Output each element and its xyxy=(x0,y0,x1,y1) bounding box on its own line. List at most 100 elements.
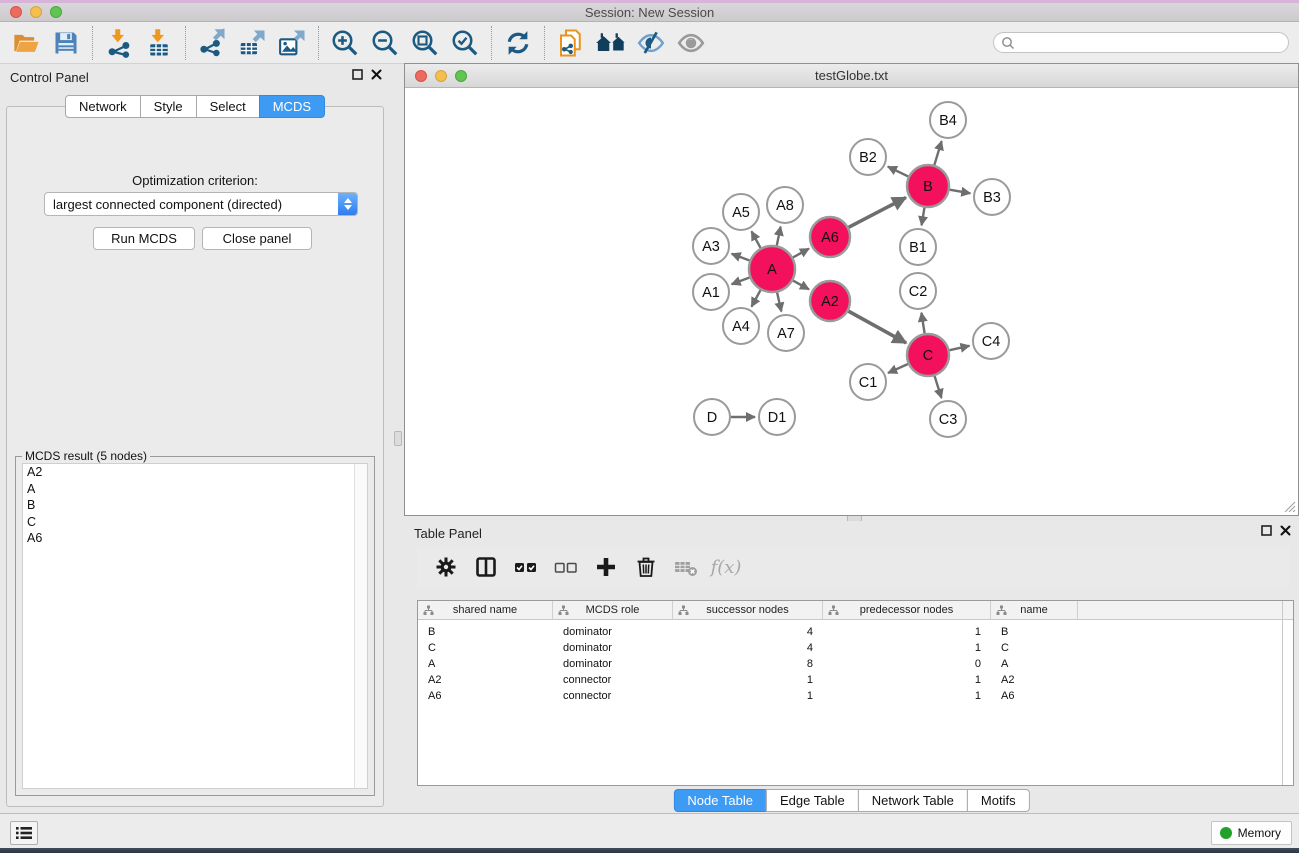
edge-A2-C[interactable] xyxy=(848,311,906,343)
mcds-result-list[interactable]: A2ABCA6 xyxy=(22,463,368,789)
table-cell: dominator xyxy=(553,658,673,670)
open-session-icon[interactable] xyxy=(8,26,44,60)
edge-C-C4[interactable] xyxy=(949,346,969,350)
table-panel-header: Table Panel xyxy=(404,521,1299,545)
edge-C-C2[interactable] xyxy=(921,313,924,334)
table-cell: A6 xyxy=(991,690,1078,702)
network-view-window: testGlobe.txt B4B2BB3A5A8A6A3AB1A1A2C2A4… xyxy=(404,63,1299,516)
node-table[interactable]: shared nameMCDS rolesuccessor nodesprede… xyxy=(417,600,1294,786)
edge-A-A1[interactable] xyxy=(732,277,750,284)
result-list-item[interactable]: A6 xyxy=(23,530,367,547)
import-table-icon[interactable] xyxy=(141,26,177,60)
run-mcds-button[interactable]: Run MCDS xyxy=(93,227,195,250)
criterion-dropdown[interactable]: largest connected component (directed) xyxy=(44,192,358,216)
table-scrollbar[interactable] xyxy=(1282,601,1283,785)
edge-B-B2[interactable] xyxy=(888,167,908,177)
table-cell: connector xyxy=(553,674,673,686)
function-builder-icon[interactable]: f(x) xyxy=(711,552,741,582)
float-table-panel-icon[interactable] xyxy=(1261,525,1272,536)
tab-edge-table[interactable]: Edge Table xyxy=(766,789,859,812)
result-list-item[interactable]: A xyxy=(23,481,367,498)
edge-B-B3[interactable] xyxy=(950,190,971,194)
desktop-background-strip xyxy=(0,848,1299,853)
tab-style[interactable]: Style xyxy=(140,95,197,118)
zoom-fit-icon[interactable] xyxy=(407,26,443,60)
node-label-A4: A4 xyxy=(732,319,750,335)
edge-A-A2[interactable] xyxy=(793,281,809,290)
edge-C-C1[interactable] xyxy=(888,364,908,373)
result-list-item[interactable]: A2 xyxy=(23,464,367,481)
control-panel-tabs: NetworkStyleSelectMCDS xyxy=(65,95,325,118)
table-row[interactable]: A6connector11A6 xyxy=(418,688,1293,704)
table-cell: 1 xyxy=(823,626,991,638)
table-row[interactable]: Cdominator41C xyxy=(418,640,1293,656)
result-list-item[interactable]: C xyxy=(23,514,367,531)
node-label-C2: C2 xyxy=(909,284,928,300)
close-panel-icon[interactable] xyxy=(371,69,382,80)
column-header-mcds-role[interactable]: MCDS role xyxy=(553,601,673,619)
close-panel-button[interactable]: Close panel xyxy=(202,227,312,250)
clone-network-icon[interactable] xyxy=(553,26,589,60)
edge-A6-B[interactable] xyxy=(849,198,906,228)
column-header-shared-name[interactable]: shared name xyxy=(418,601,553,619)
deselect-all-checkboxes-icon[interactable] xyxy=(551,552,581,582)
hide-graphics-details-icon[interactable] xyxy=(633,26,669,60)
tab-mcds[interactable]: MCDS xyxy=(259,95,325,118)
select-all-checkboxes-icon[interactable] xyxy=(511,552,541,582)
refresh-icon[interactable] xyxy=(500,26,536,60)
zoom-selected-icon[interactable] xyxy=(447,26,483,60)
export-table-icon[interactable] xyxy=(234,26,270,60)
cybrowser-home-icon[interactable] xyxy=(593,26,629,60)
table-cell: 4 xyxy=(673,626,823,638)
float-panel-icon[interactable] xyxy=(352,69,363,80)
table-row[interactable]: A2connector11A2 xyxy=(418,672,1293,688)
memory-button[interactable]: Memory xyxy=(1211,821,1292,845)
table-cell: A2 xyxy=(418,674,553,686)
tab-node-table[interactable]: Node Table xyxy=(673,789,767,812)
vertical-splitter-handle[interactable] xyxy=(394,431,402,446)
show-columns-icon[interactable] xyxy=(471,552,501,582)
import-network-icon[interactable] xyxy=(101,26,137,60)
result-list-scrollbar[interactable] xyxy=(354,464,367,788)
save-session-icon[interactable] xyxy=(48,26,84,60)
tab-network-table[interactable]: Network Table xyxy=(858,789,968,812)
edge-A-A5[interactable] xyxy=(752,231,761,248)
column-header-successor-nodes[interactable]: successor nodes xyxy=(673,601,823,619)
table-cell: dominator xyxy=(553,626,673,638)
edge-A-A6[interactable] xyxy=(793,249,809,258)
edge-A-A3[interactable] xyxy=(732,254,750,261)
table-row[interactable]: Adominator80A xyxy=(418,656,1293,672)
tab-motifs[interactable]: Motifs xyxy=(967,789,1030,812)
node-label-B1: B1 xyxy=(909,240,927,256)
node-label-A3: A3 xyxy=(702,239,720,255)
edge-A-A8[interactable] xyxy=(777,227,781,246)
settings-gear-icon[interactable] xyxy=(431,552,461,582)
add-column-icon[interactable] xyxy=(591,552,621,582)
delete-column-icon[interactable] xyxy=(631,552,661,582)
zoom-in-icon[interactable] xyxy=(327,26,363,60)
delete-table-icon[interactable] xyxy=(671,552,701,582)
export-image-icon[interactable] xyxy=(274,26,310,60)
zoom-out-icon[interactable] xyxy=(367,26,403,60)
result-list-item[interactable]: B xyxy=(23,497,367,514)
control-panel-title: Control Panel xyxy=(10,70,89,85)
tab-select[interactable]: Select xyxy=(196,95,260,118)
task-history-button[interactable] xyxy=(10,821,38,845)
network-canvas[interactable]: B4B2BB3A5A8A6A3AB1A1A2C2A4A7C4CC1DD1C3 xyxy=(405,88,1298,515)
tab-network[interactable]: Network xyxy=(65,95,141,118)
show-view-icon[interactable] xyxy=(673,26,709,60)
edge-C-C3[interactable] xyxy=(935,376,942,398)
edge-B-B4[interactable] xyxy=(934,141,941,165)
column-header-name[interactable]: name xyxy=(991,601,1078,619)
table-cell: 0 xyxy=(823,658,991,670)
search-input[interactable] xyxy=(993,32,1289,53)
edge-A-A4[interactable] xyxy=(752,290,761,307)
edge-A-A7[interactable] xyxy=(777,292,781,311)
table-row[interactable]: Bdominator41B xyxy=(418,624,1293,640)
export-network-icon[interactable] xyxy=(194,26,230,60)
table-cell: 4 xyxy=(673,642,823,654)
window-resize-grip[interactable] xyxy=(1282,499,1296,513)
edge-B-B1[interactable] xyxy=(922,208,925,226)
close-table-panel-icon[interactable] xyxy=(1280,525,1291,536)
column-header-predecessor-nodes[interactable]: predecessor nodes xyxy=(823,601,991,619)
